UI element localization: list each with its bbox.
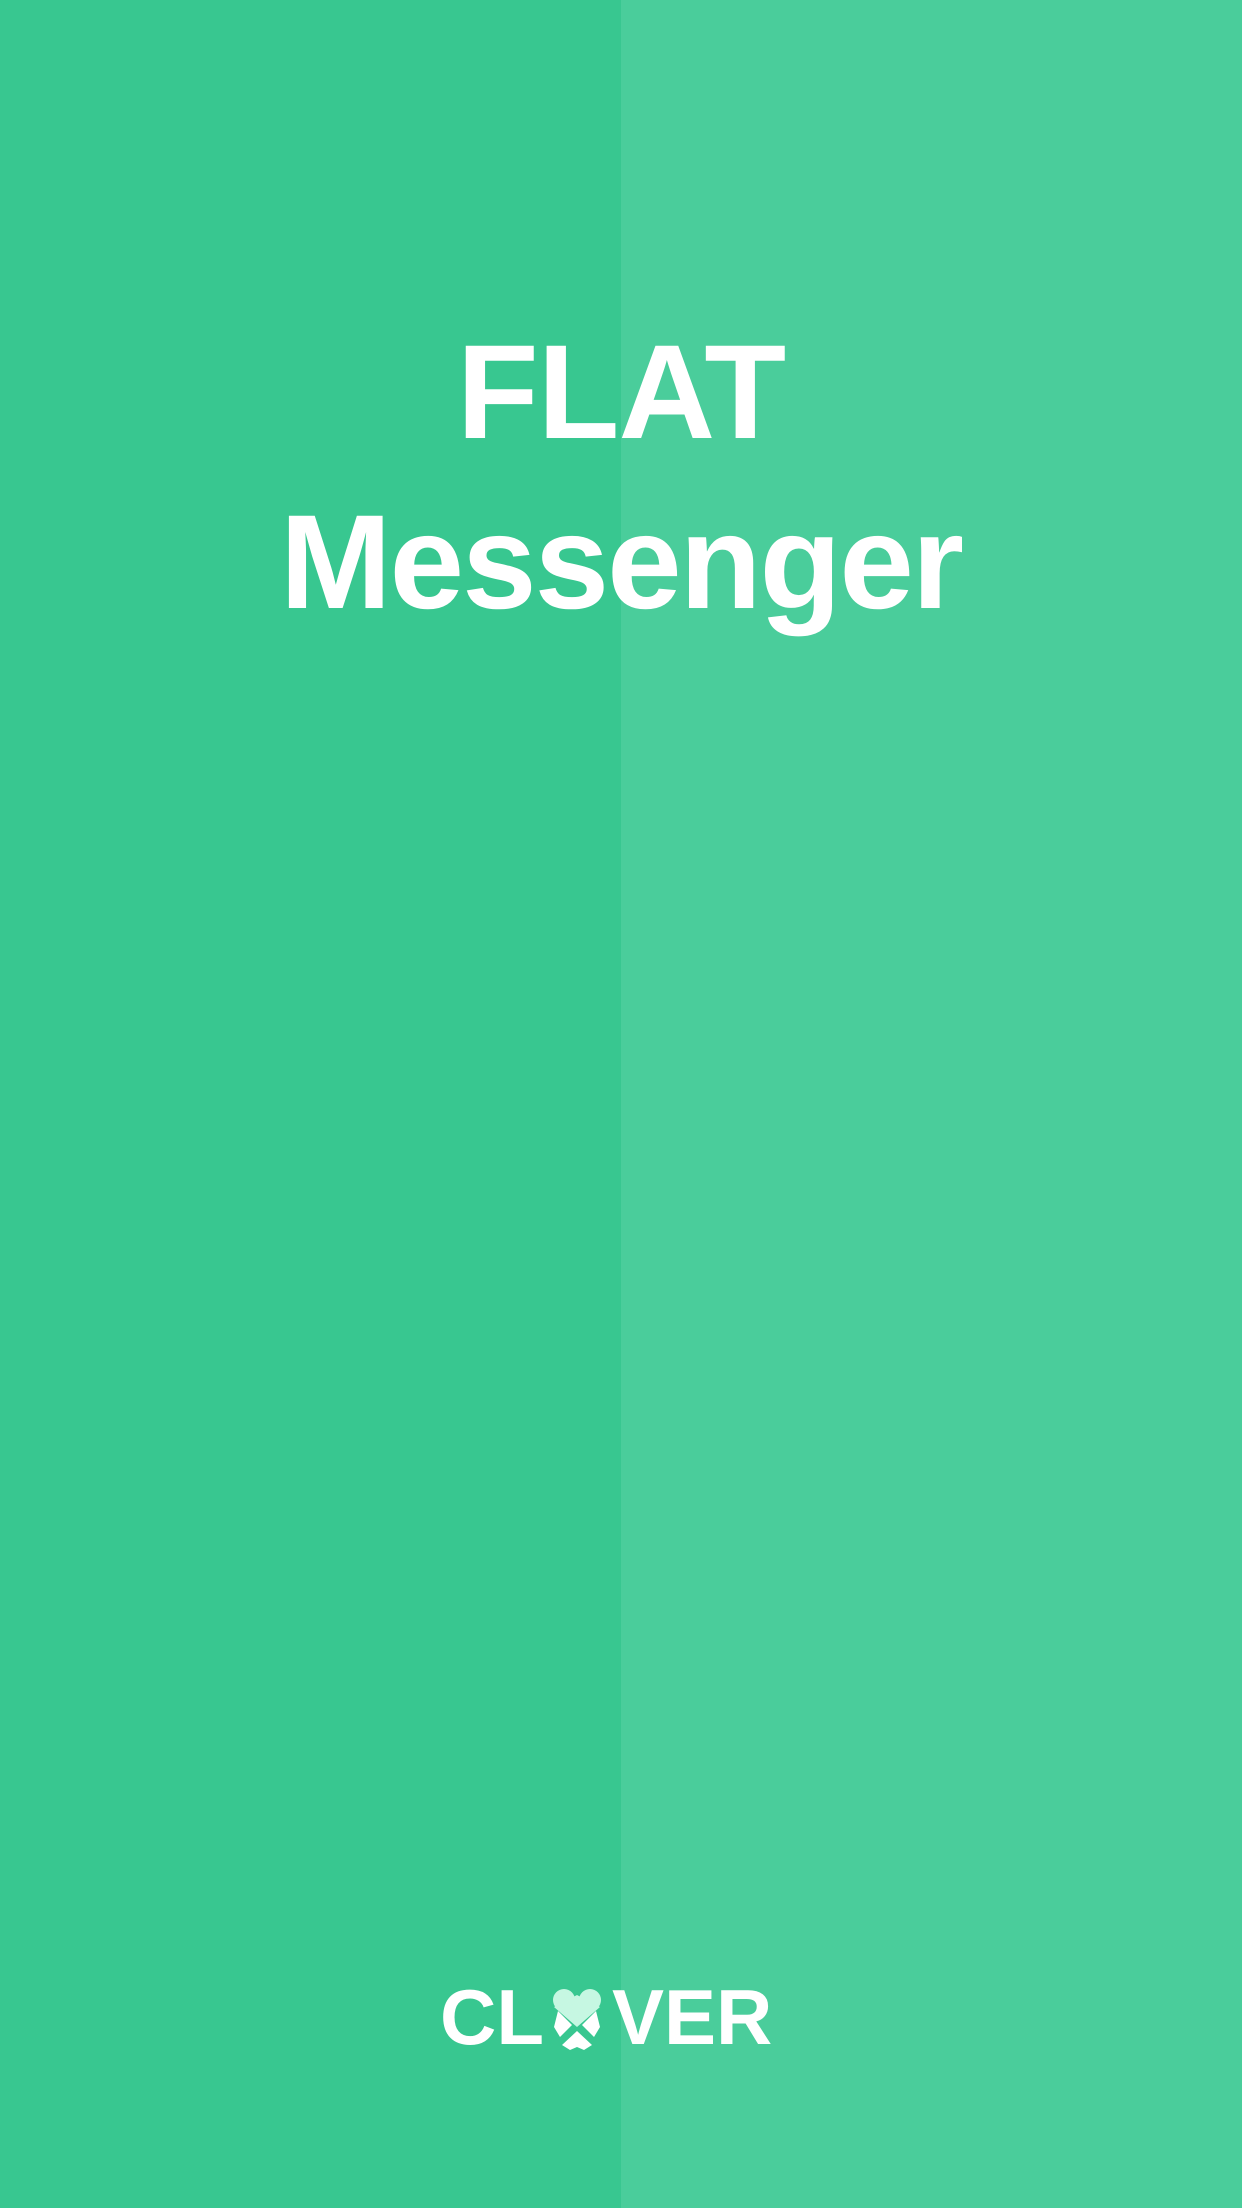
splash-screen: FLAT Messenger CL VER (0, 0, 1242, 2208)
app-title-line2: Messenger (279, 488, 964, 637)
clover-icon (548, 1985, 606, 2050)
app-title-line1: FLAT (456, 318, 786, 467)
brand-text-right: VER (611, 1973, 773, 2061)
brand-text-left: CL (440, 1973, 544, 2061)
brand-logo: CL VER (440, 1978, 772, 2056)
